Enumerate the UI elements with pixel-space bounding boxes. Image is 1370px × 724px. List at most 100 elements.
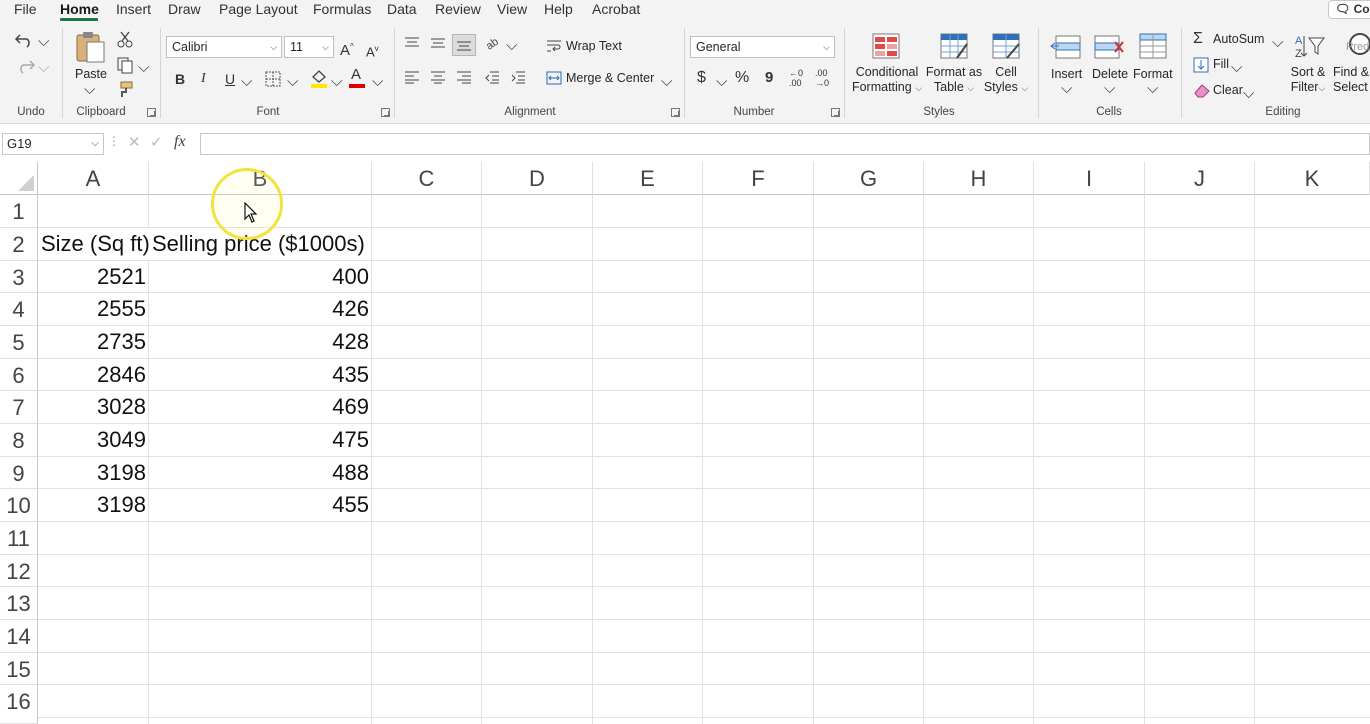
- menu-page-layout[interactable]: Page Layout: [219, 1, 298, 17]
- row-header-7[interactable]: 7: [0, 391, 38, 424]
- orientation-dropdown-icon[interactable]: ⌵: [506, 38, 517, 54]
- row-header-13[interactable]: 13: [0, 587, 38, 620]
- menu-review[interactable]: Review: [435, 1, 481, 17]
- currency-format-button[interactable]: $: [697, 70, 706, 86]
- menu-data[interactable]: Data: [387, 1, 417, 17]
- cell-b10[interactable]: 455: [149, 489, 372, 521]
- align-left-icon[interactable]: [404, 70, 420, 84]
- menu-file[interactable]: File: [14, 1, 37, 17]
- row-header-16[interactable]: 16: [0, 685, 38, 724]
- column-header-f[interactable]: F: [703, 162, 814, 195]
- cell-b2[interactable]: Selling price ($1000s): [149, 228, 372, 260]
- clipboard-launcher-icon[interactable]: [147, 108, 156, 117]
- select-all-button[interactable]: [0, 162, 38, 195]
- row-header-9[interactable]: 9: [0, 457, 38, 489]
- cell-b5[interactable]: 428: [149, 326, 372, 358]
- copy-dropdown-icon[interactable]: ⌵: [138, 60, 149, 76]
- insert-function-icon[interactable]: fx: [174, 133, 186, 151]
- row-header-10[interactable]: 10: [0, 489, 38, 522]
- enter-icon[interactable]: ✓: [150, 133, 163, 151]
- column-header-a[interactable]: A: [38, 162, 149, 195]
- font-color-dropdown-icon[interactable]: ⌵: [372, 74, 383, 90]
- font-size-select[interactable]: 11 ⌵: [284, 36, 334, 58]
- underline-dropdown-icon[interactable]: ⌵: [241, 74, 252, 90]
- menu-insert[interactable]: Insert: [116, 1, 151, 17]
- increase-font-size-icon[interactable]: A^: [340, 39, 354, 59]
- borders-icon[interactable]: [265, 71, 281, 87]
- row-header-8[interactable]: 8: [0, 424, 38, 457]
- name-box[interactable]: G19 ⌵: [2, 133, 104, 155]
- fill-color-dropdown-icon[interactable]: ⌵: [331, 74, 342, 90]
- decrease-indent-icon[interactable]: [484, 70, 500, 84]
- undo-icon[interactable]: [14, 30, 36, 48]
- cut-icon[interactable]: [116, 30, 134, 48]
- cell-a4[interactable]: 2555: [38, 293, 149, 325]
- column-header-h[interactable]: H: [924, 162, 1034, 195]
- redo-dropdown-icon[interactable]: ⌵: [38, 60, 49, 76]
- column-header-k[interactable]: K: [1255, 162, 1370, 195]
- menu-acrobat[interactable]: Acrobat: [592, 1, 640, 17]
- row-header-4[interactable]: 4: [0, 293, 38, 326]
- font-launcher-icon[interactable]: [381, 108, 390, 117]
- menu-view[interactable]: View: [497, 1, 527, 17]
- column-header-j[interactable]: J: [1145, 162, 1255, 195]
- cell-a6[interactable]: 2846: [38, 359, 149, 391]
- increase-indent-icon[interactable]: [510, 70, 526, 84]
- italic-button[interactable]: I: [201, 71, 206, 87]
- bold-button[interactable]: B: [175, 71, 185, 87]
- cell-a8[interactable]: 3049: [38, 424, 149, 456]
- cell-a10[interactable]: 3198: [38, 489, 149, 521]
- menu-formulas[interactable]: Formulas: [313, 1, 371, 17]
- align-center-icon[interactable]: [430, 70, 446, 84]
- number-launcher-icon[interactable]: [831, 108, 840, 117]
- cell-a7[interactable]: 3028: [38, 391, 149, 423]
- row-header-6[interactable]: 6: [0, 359, 38, 391]
- row-header-14[interactable]: 14: [0, 620, 38, 653]
- spreadsheet-grid[interactable]: A B C D E F G H I J K 1 2 3 4 5 6 7 8 9 …: [0, 162, 1370, 724]
- cancel-icon[interactable]: ✕: [128, 133, 141, 151]
- top-align-icon[interactable]: [404, 36, 420, 50]
- row-header-5[interactable]: 5: [0, 326, 38, 359]
- comma-style-button[interactable]: 9: [765, 70, 773, 86]
- column-header-g[interactable]: G: [814, 162, 924, 195]
- format-painter-icon[interactable]: [116, 80, 134, 98]
- cell-b8[interactable]: 475: [149, 424, 372, 456]
- cell-a2[interactable]: Size (Sq ft): [38, 228, 149, 260]
- comments-button[interactable]: 🗨 Co: [1328, 0, 1370, 19]
- column-header-c[interactable]: C: [372, 162, 482, 195]
- row-header-11[interactable]: 11: [0, 522, 38, 555]
- underline-button[interactable]: U: [225, 71, 235, 87]
- row-header-2[interactable]: 2: [0, 228, 38, 261]
- column-header-e[interactable]: E: [593, 162, 703, 195]
- decrease-decimal-button[interactable]: .00 →0: [815, 68, 833, 88]
- middle-align-icon[interactable]: [430, 36, 446, 50]
- font-color-icon[interactable]: A: [351, 67, 361, 83]
- fill-color-icon[interactable]: [309, 68, 329, 88]
- cell-a3[interactable]: 2521: [38, 261, 149, 293]
- menu-help[interactable]: Help: [544, 1, 573, 17]
- cell-a5[interactable]: 2735: [38, 326, 149, 358]
- cell-b3[interactable]: 400: [149, 261, 372, 293]
- column-header-d[interactable]: D: [482, 162, 593, 195]
- row-header-1[interactable]: 1: [0, 195, 38, 228]
- menu-draw[interactable]: Draw: [168, 1, 201, 17]
- borders-dropdown-icon[interactable]: ⌵: [287, 74, 298, 90]
- currency-dropdown-icon[interactable]: ⌵: [716, 74, 727, 90]
- number-format-select[interactable]: General ⌵: [690, 36, 835, 58]
- menu-home[interactable]: Home: [60, 1, 99, 17]
- cell-b9[interactable]: 488: [149, 457, 372, 489]
- redo-icon[interactable]: [14, 56, 36, 74]
- cell-b7[interactable]: 469: [149, 391, 372, 423]
- column-header-b[interactable]: B: [149, 162, 372, 195]
- column-header-i[interactable]: I: [1034, 162, 1145, 195]
- percent-format-button[interactable]: %: [735, 70, 749, 86]
- copy-icon[interactable]: [116, 56, 134, 74]
- orientation-icon[interactable]: ab: [484, 34, 504, 50]
- decrease-font-size-icon[interactable]: Av: [366, 41, 379, 60]
- cell-b6[interactable]: 435: [149, 359, 372, 391]
- cell-b4[interactable]: 426: [149, 293, 372, 325]
- undo-dropdown-icon[interactable]: ⌵: [38, 34, 49, 50]
- cell-a9[interactable]: 3198: [38, 457, 149, 489]
- font-name-select[interactable]: Calibri ⌵: [166, 36, 282, 58]
- align-right-icon[interactable]: [456, 70, 472, 84]
